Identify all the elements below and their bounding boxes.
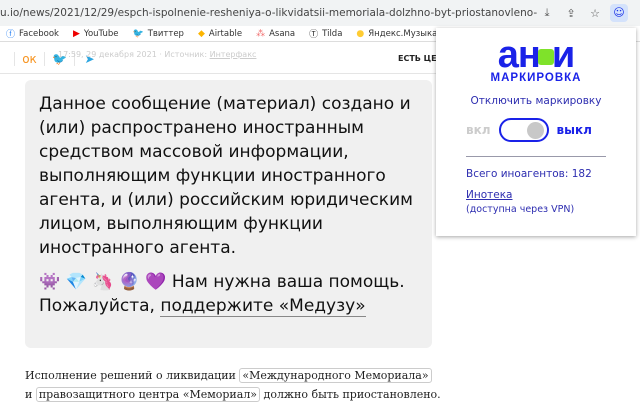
bookmark-label: YouTube [83,28,119,39]
foreign-agent-notice: Данное сообщение (материал) создано и (и… [25,80,432,348]
bookmark-яндексмузыка[interactable]: ● Яндекс.Музыка [356,29,437,39]
marking-toggle[interactable] [498,118,549,142]
body-text: должно быть приостановлено. [260,388,441,401]
share-icon[interactable]: ⇪ [562,7,580,20]
bookmark-icon: ◆ [197,28,205,39]
meta-time: 17:59, 29 декабря 2021 [58,50,157,59]
help-text: 👾 💎 🦄 🔮 💜 Нам нужна ваша помощь. Пожалуй… [39,270,418,318]
bookmark-label: Tilda [322,28,343,39]
bookmark-icon: Ⓣ [309,30,319,40]
bookmark-facebook[interactable]: ⓕ Facebook [6,27,59,41]
header-nav-item[interactable]: ЕСТЬ ЦЕ [398,54,437,63]
antimarkirovka-logo: ан и МАРКИРОВКА [476,36,596,84]
url-input[interactable]: u.io/news/2021/12/29/espch-ispolnenie-re… [0,7,538,19]
divider [466,156,606,157]
vpn-note: (доступна через VPN) [466,204,575,215]
bookmark-youtube[interactable]: ▶ YouTube [73,29,119,39]
bookmark-label: Твиттер [147,28,184,39]
bookmark-label: Airtable [208,28,243,39]
extension-popup: ан и МАРКИРОВКА Отключить маркировку вкл … [436,28,636,236]
address-bar: u.io/news/2021/12/29/espch-ispolnenie-re… [0,0,640,26]
article-body: Исполнение решений о ликвидации «Междуна… [25,366,441,404]
disable-label: Отключить маркировку [470,95,602,107]
share-bar: ок 🐦 ➤ [0,44,440,74]
bookmark-icon: ⁂ [256,28,266,39]
bookmark-icon: ● [356,28,365,39]
tag-link[interactable]: «Международного Мемориала» [239,368,432,383]
logo-subtitle: МАРКИРОВКА [490,72,582,84]
off-label: выкл [556,123,592,137]
install-icon[interactable]: ⤓ [538,6,556,20]
emoji-icons: 👾 💎 🦄 🔮 💜 [39,272,167,292]
bookmark-icon: ⓕ [6,30,16,40]
support-link[interactable]: поддержите «Медузу» [160,296,366,317]
bookmark-icon: 🐦 [132,28,144,39]
toggle-knob [526,122,544,139]
bookmark-label: Facebook [19,28,59,39]
bookmark-label: Яндекс.Музыка [368,28,438,39]
bookmark-star-icon[interactable]: ☆ [586,7,604,20]
bookmark-asana[interactable]: ⁂ Asana [256,29,295,39]
odnoklassniki-icon[interactable]: ок [14,51,44,66]
bookmark-icon: ▶ [72,28,80,39]
marking-toggle-row: вкл выкл [466,118,592,142]
bookmark-airtable[interactable]: ◆ Airtable [198,29,242,39]
total-agents: Всего иноагентов: 182 [466,168,592,180]
meta-source-link[interactable]: Интерфакс [210,50,257,59]
article-meta: 17:59, 29 декабря 2021 · Источник: Интер… [58,50,256,59]
bookmark-твиттер[interactable]: 🐦 Твиттер [132,29,183,39]
bookmark-tilda[interactable]: Ⓣ Tilda [309,27,343,41]
on-label: вкл [466,123,491,137]
body-text: Исполнение решений о ликвидации [25,369,240,382]
meta-source-label: · Источник: [156,50,210,59]
body-text: и [25,388,36,401]
extension-icon[interactable]: ☺ [610,4,628,22]
bookmark-label: Asana [269,28,296,39]
inoteka-link[interactable]: Инотека [466,189,513,201]
notice-text: Данное сообщение (материал) создано и (и… [39,94,413,258]
